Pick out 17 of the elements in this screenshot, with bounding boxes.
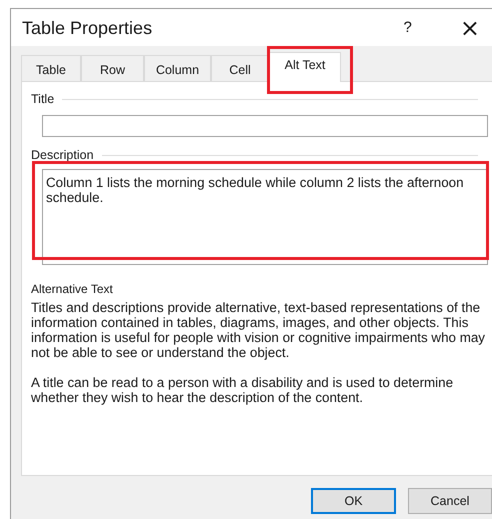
tab[interactable]: Row: [81, 55, 144, 81]
cancel-button[interactable]: Cancel: [408, 488, 492, 514]
title-input[interactable]: [42, 114, 488, 137]
help-paragraph: Titles and descriptions provide alternative, text-based representations of the information contained in tables, diagrams, images, and other objects. This information is useful for people with vision or cognitive impairments who may not be able to see or understand the object.: [31, 300, 486, 360]
tab[interactable]: Column: [144, 55, 211, 81]
help-heading: Alternative Text: [31, 280, 114, 298]
description-input[interactable]: Column 1 lists the morning schedule while column 2 lists the afternoon schedule.: [42, 168, 488, 264]
help-button[interactable]: ?: [400, 20, 416, 35]
description-label: Description: [31, 146, 94, 164]
tab[interactable]: Cell: [211, 55, 269, 81]
title-label: Title: [31, 91, 54, 108]
help-paragraph: A title can be read to a person with a disability and is used to determine whether they wish to hear the description of the content.: [31, 374, 454, 404]
ok-button[interactable]: OK: [311, 488, 396, 514]
window-title: Table Properties: [22, 18, 152, 36]
close-button[interactable]: ×: [456, 16, 484, 40]
tab[interactable]: Alt Text: [269, 52, 341, 82]
tab[interactable]: Table: [21, 55, 81, 81]
